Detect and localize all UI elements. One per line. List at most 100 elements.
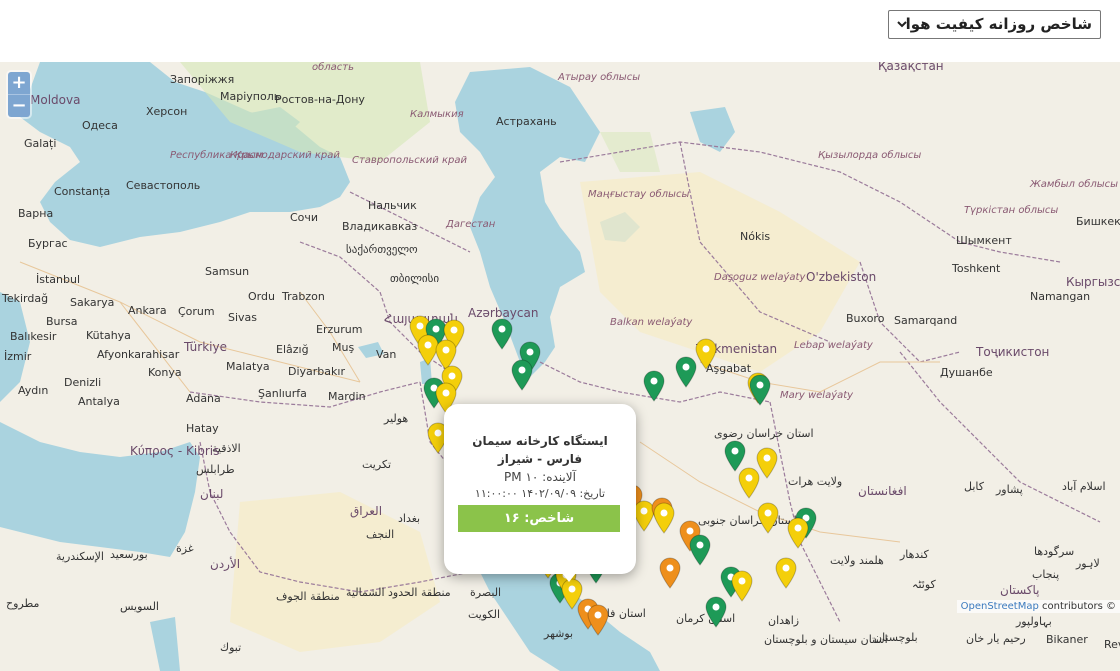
place-label: لاہور (1076, 557, 1100, 570)
air-quality-map[interactable]: Moldova Запоріжжя область Атырау облысы Қаза… (0, 62, 1120, 671)
place-label: Бургас (28, 237, 68, 250)
station-marker-icon[interactable] (731, 570, 753, 602)
index-type-select-value: شاخص روزانه کیفیت هوا (905, 15, 1092, 33)
station-marker-icon[interactable] (587, 604, 609, 636)
place-label: کوئٹہ (912, 578, 936, 591)
place-label: رحیم یار خان (966, 632, 1026, 645)
place-label: Toshkent (952, 262, 1001, 275)
station-marker-icon[interactable] (749, 374, 771, 406)
place-label: بوشهر (544, 627, 574, 640)
place-label: Tekirdağ (2, 292, 49, 305)
red-sea (150, 617, 180, 671)
station-marker-icon[interactable] (653, 502, 675, 534)
place-label: Түркістан облысы (964, 205, 1059, 216)
osm-link[interactable]: OpenStreetMap (961, 601, 1039, 612)
station-marker-icon[interactable] (689, 534, 711, 566)
place-label: Владикавказ (342, 220, 418, 233)
station-marker-icon[interactable] (675, 356, 697, 388)
copyright-symbol: © (1106, 601, 1116, 612)
place-label: Mardin (328, 390, 366, 403)
station-marker-icon[interactable] (738, 467, 760, 499)
place-label: العراق (350, 504, 383, 518)
place-label: السويس (120, 600, 159, 613)
place-label: النجف (366, 528, 395, 541)
place-label: منطقة الحدود الشمالية (346, 586, 451, 599)
place-label: Konya (148, 366, 182, 379)
station-marker-icon[interactable] (643, 370, 665, 402)
place-label: Кыргызс (1066, 275, 1120, 289)
place-label: Қызылорда облысы (818, 150, 922, 161)
place-label: Moldova (30, 93, 81, 107)
place-label: Rev (1104, 638, 1120, 651)
place-label: İstanbul (36, 273, 81, 286)
place-label: Sakarya (70, 296, 115, 309)
place-label: Van (376, 348, 397, 361)
place-label: Elâzığ (276, 343, 309, 356)
station-marker-icon[interactable] (695, 338, 717, 370)
station-marker-icon[interactable] (787, 517, 809, 549)
place-label: Daşoguz welaýaty (714, 272, 806, 283)
station-marker-icon[interactable] (775, 557, 797, 589)
place-label: Краснодарский край (230, 150, 340, 161)
zoom-in-button[interactable]: + (8, 72, 30, 94)
place-label: پشاور (996, 483, 1023, 496)
place-label: Дагестан (446, 219, 496, 230)
place-label: هلمند ولايت (830, 554, 884, 567)
place-label: Nókis (740, 230, 771, 243)
place-label: Erzurum (316, 323, 363, 336)
station-popup: ایستگاه کارخانه سیمان فارس - شیراز آلاین… (444, 404, 636, 582)
place-label: افغانستان (858, 484, 907, 498)
station-marker-icon[interactable] (757, 502, 779, 534)
attribution-text: contributors (1038, 601, 1103, 612)
place-label: Kütahya (86, 329, 131, 342)
green-area-2 (600, 132, 660, 172)
station-marker-icon[interactable] (705, 596, 727, 628)
place-label: هولير (384, 412, 409, 425)
popup-index-badge: شاخص: ۱۶ (458, 505, 620, 532)
place-label: Маріуполь (220, 90, 281, 103)
place-label: بہاولپور (1016, 615, 1052, 628)
place-label: Нальчик (368, 199, 417, 212)
place-label: لبنان (200, 487, 224, 501)
top-bar: شاخص روزانه کیفیت هوا (0, 0, 1120, 63)
index-type-select[interactable]: شاخص روزانه کیفیت هوا (888, 10, 1101, 39)
station-marker-icon[interactable] (491, 318, 513, 350)
popup-date: تاریخ: ۱۴۰۲/۰۹/۰۹ ۱۱:۰۰:۰۰ (474, 487, 606, 500)
popup-pollutant: آلاینده: PM ۱۰ (504, 470, 576, 484)
place-label: Варна (18, 207, 54, 220)
place-label: Шымкент (956, 234, 1012, 247)
place-label: Bikaner (1046, 633, 1088, 646)
place-label: تكريت (362, 458, 392, 471)
popup-tip (558, 568, 580, 582)
place-label: Атырау облысы (558, 72, 641, 83)
place-label: Севастополь (126, 179, 201, 192)
place-label: Samsun (205, 265, 250, 278)
place-label: Buxoro (846, 312, 885, 325)
popup-station-name: ایستگاه کارخانه سیمان (472, 434, 608, 448)
place-label: سرگودها (1034, 545, 1075, 558)
place-label: Muş (332, 341, 355, 354)
place-label: Mary welaýaty (780, 390, 854, 401)
place-label: Namangan (1030, 290, 1091, 303)
place-label: O'zbekiston (806, 270, 877, 284)
place-label: область (312, 62, 355, 73)
place-label: البصرة (470, 586, 502, 599)
place-label: الأردن (210, 557, 241, 571)
place-label: Маңғыстау облысы (588, 189, 690, 200)
place-label: Ankara (128, 304, 167, 317)
place-label: بلوچستان (874, 631, 918, 644)
place-label: Κύπρος - Kibris (130, 444, 220, 458)
place-label: کندهار (900, 548, 929, 561)
place-label: الإسكندرية (56, 550, 104, 563)
place-label: Constanța (54, 185, 111, 198)
place-label: Bursa (46, 315, 78, 328)
place-label: غزة (176, 542, 194, 555)
station-marker-icon[interactable] (659, 557, 681, 589)
place-label: Antalya (78, 395, 120, 408)
place-label: Жамбыл облысы (1030, 179, 1119, 190)
zoom-out-button[interactable]: − (8, 94, 30, 117)
aral-lake (690, 107, 735, 152)
place-label: پنجاب (1032, 568, 1060, 581)
station-marker-icon[interactable] (511, 359, 533, 391)
mediterranean (0, 422, 200, 557)
